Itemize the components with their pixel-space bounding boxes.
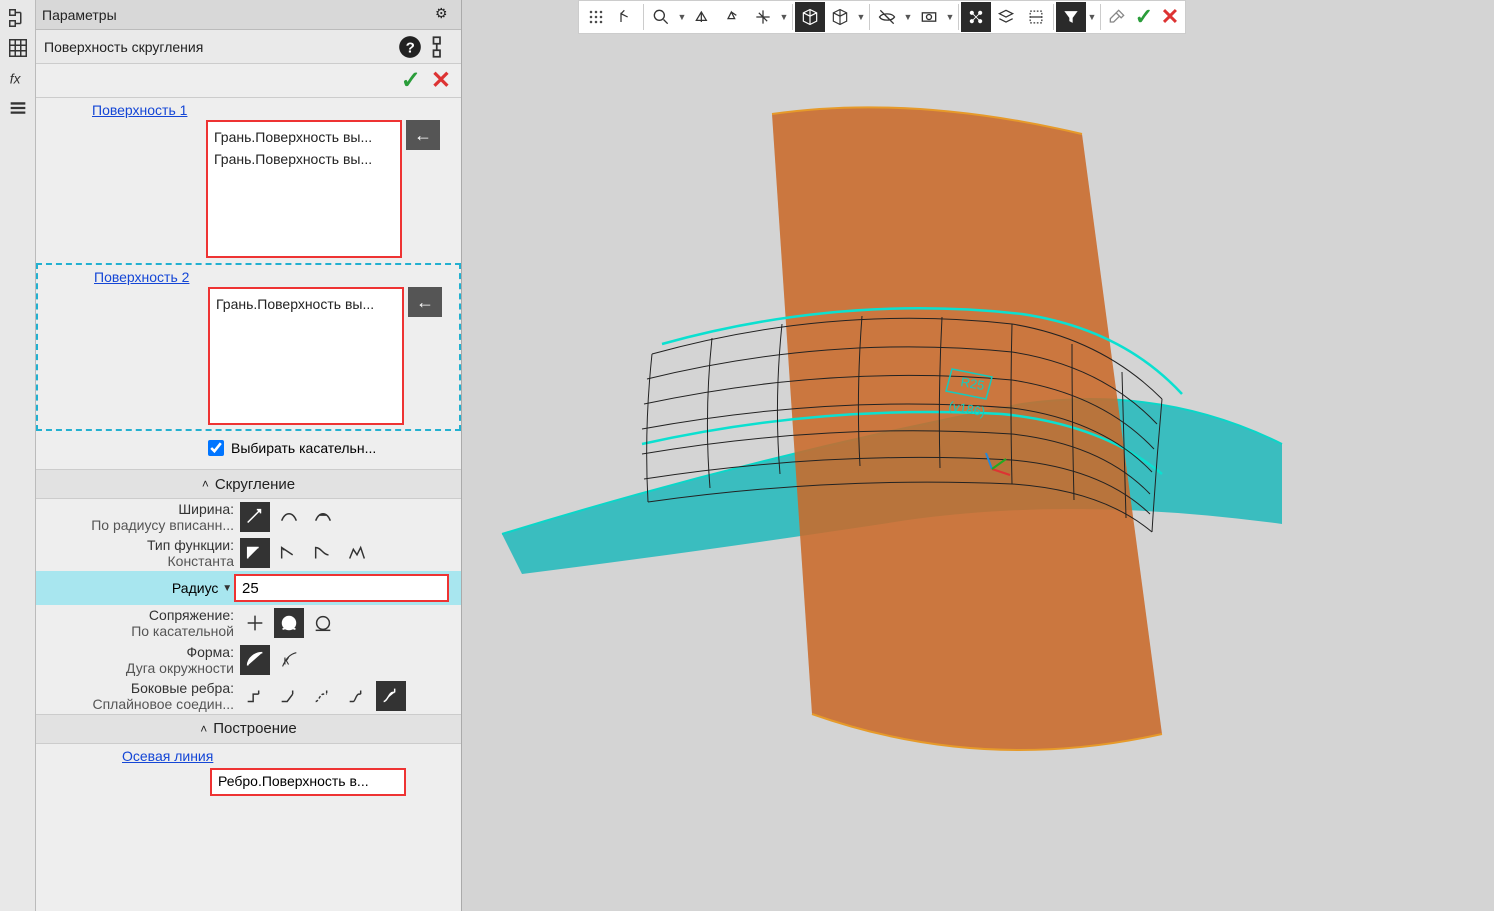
filter-dropdown[interactable]: ▼ <box>1086 12 1098 22</box>
apply-button[interactable]: ✓ <box>401 66 421 95</box>
shade-dropdown[interactable]: ▼ <box>855 12 867 22</box>
svg-text:?: ? <box>406 39 415 56</box>
viewport-canvas: R25 (v186) <box>462 34 1494 911</box>
surface-2-block: Поверхность 2 Грань.Поверхность вы... ← <box>36 263 461 431</box>
conj-opt-3[interactable] <box>308 608 338 638</box>
eyedropper-icon[interactable] <box>1103 2 1131 32</box>
conjugation-row: Сопряжение:По касательной <box>36 605 461 641</box>
gear-icon[interactable]: ⚙ <box>435 5 455 25</box>
rail-fx-icon[interactable]: fx <box>3 64 33 92</box>
operation-title: Поверхность скругления <box>44 39 393 55</box>
axis-line-label[interactable]: Осевая линия <box>122 748 213 764</box>
filter-icon[interactable] <box>1056 2 1086 32</box>
chevron-up-icon: ˄ <box>200 722 207 736</box>
pan-icon[interactable] <box>718 2 748 32</box>
func-opt-2[interactable] <box>274 538 304 568</box>
params-panel: Параметры ⚙ Поверхность скругления ? ✓ ✕… <box>36 0 462 911</box>
svg-text:fx: fx <box>9 72 21 87</box>
side-opt-4[interactable] <box>342 681 372 711</box>
form-row: Форма:Дуга окружности к <box>36 642 461 678</box>
radius-dropdown-icon[interactable]: ▼ <box>220 583 234 594</box>
side-opt-1[interactable] <box>240 681 270 711</box>
side-edges-row: Боковые ребра:Сплайновое соедин... <box>36 678 461 714</box>
rail-menu-icon[interactable] <box>3 94 33 122</box>
surface-2-back-button[interactable]: ← <box>408 287 442 317</box>
side-opt-5[interactable] <box>376 681 406 711</box>
tangent-checkbox[interactable] <box>208 440 224 456</box>
surface-1-list[interactable]: Грань.Поверхность вы... Грань.Поверхност… <box>206 120 402 258</box>
radius-input[interactable] <box>234 574 449 602</box>
pin-icon[interactable] <box>427 34 453 60</box>
panel-body: Поверхность 1 Грань.Поверхность вы... Гр… <box>36 98 461 911</box>
cancel-button[interactable]: ✕ <box>431 66 451 95</box>
wireframe-cube-icon[interactable] <box>825 2 855 32</box>
chevron-up-icon: ˄ <box>202 477 209 491</box>
form-opt-2[interactable]: к <box>274 645 304 675</box>
list-item[interactable]: Грань.Поверхность вы... <box>214 148 394 170</box>
surface-1-label[interactable]: Поверхность 1 <box>92 102 187 118</box>
zoom-dropdown[interactable]: ▼ <box>676 12 688 22</box>
surface-2-label[interactable]: Поверхность 2 <box>94 269 189 285</box>
layers-icon[interactable] <box>991 2 1021 32</box>
viewport-3d[interactable]: R25 (v186) <box>462 0 1494 911</box>
fillet-section-header[interactable]: ˄ Скругление <box>36 469 461 499</box>
grid-snap-icon[interactable] <box>581 2 611 32</box>
axis-icon[interactable] <box>748 2 778 32</box>
orange-surface <box>772 107 1162 750</box>
surface-2-list[interactable]: Грань.Поверхность вы... <box>208 287 404 425</box>
axis-line-field[interactable]: Ребро.Поверхность в... <box>210 768 406 796</box>
list-item[interactable]: Грань.Поверхность вы... <box>214 126 394 148</box>
conj-opt-2[interactable] <box>274 608 304 638</box>
func-opt-4[interactable] <box>342 538 372 568</box>
form-opt-1[interactable] <box>240 645 270 675</box>
section-icon[interactable] <box>1021 2 1051 32</box>
build-section-title: Построение <box>213 720 297 737</box>
list-item[interactable]: Грань.Поверхность вы... <box>216 293 396 315</box>
tangent-checkbox-label: Выбирать касательн... <box>231 440 376 456</box>
panel-header: Параметры ⚙ <box>36 0 461 30</box>
viewport-toolbar: ▼ ▼ ▼ ▼ ▼ ▼ ✓ ✕ <box>578 0 1186 34</box>
toolbar-apply-button[interactable]: ✓ <box>1131 4 1157 30</box>
func-opt-3[interactable] <box>308 538 338 568</box>
side-opt-2[interactable] <box>274 681 304 711</box>
fillet-section-title: Скругление <box>215 476 295 493</box>
help-icon[interactable]: ? <box>397 34 423 60</box>
radius-row: Радиус ▼ <box>36 571 461 605</box>
show-dropdown[interactable]: ▼ <box>944 12 956 22</box>
rail-grid-icon[interactable] <box>3 34 33 62</box>
panel-title: Параметры <box>42 7 435 23</box>
surface-1-block: Поверхность 1 Грань.Поверхность вы... Гр… <box>36 98 461 263</box>
hide-dropdown[interactable]: ▼ <box>902 12 914 22</box>
surface-1-back-button[interactable]: ← <box>406 120 440 150</box>
radius-label: Радиус <box>36 580 220 596</box>
show-icon[interactable] <box>914 2 944 32</box>
axis-row: Осевая линия Ребро.Поверхность в... <box>36 744 461 798</box>
conj-opt-1[interactable] <box>240 608 270 638</box>
tangent-check-row: Выбирать касательн... <box>204 437 461 459</box>
function-row: Тип функции:Константа <box>36 535 461 571</box>
confirm-row: ✓ ✕ <box>36 64 461 98</box>
hide-icon[interactable] <box>872 2 902 32</box>
func-opt-1[interactable] <box>240 538 270 568</box>
toolbar-cancel-button[interactable]: ✕ <box>1157 4 1183 30</box>
width-opt-2[interactable] <box>274 502 304 532</box>
snap-points-icon[interactable] <box>961 2 991 32</box>
width-opt-1[interactable] <box>240 502 270 532</box>
zoom-fit-icon[interactable] <box>646 2 676 32</box>
rail-tree-icon[interactable] <box>3 4 33 32</box>
width-opt-3[interactable] <box>308 502 338 532</box>
axis-dropdown[interactable]: ▼ <box>778 12 790 22</box>
ucs-icon[interactable] <box>611 2 641 32</box>
panel-subheader: Поверхность скругления ? <box>36 30 461 64</box>
left-rail: fx <box>0 0 36 911</box>
orbit-icon[interactable] <box>688 2 718 32</box>
shaded-cube-icon[interactable] <box>795 2 825 32</box>
build-section-header[interactable]: ˄ Построение <box>36 714 461 744</box>
width-row: Ширина:По радиусу вписанн... <box>36 499 461 535</box>
side-opt-3[interactable] <box>308 681 338 711</box>
